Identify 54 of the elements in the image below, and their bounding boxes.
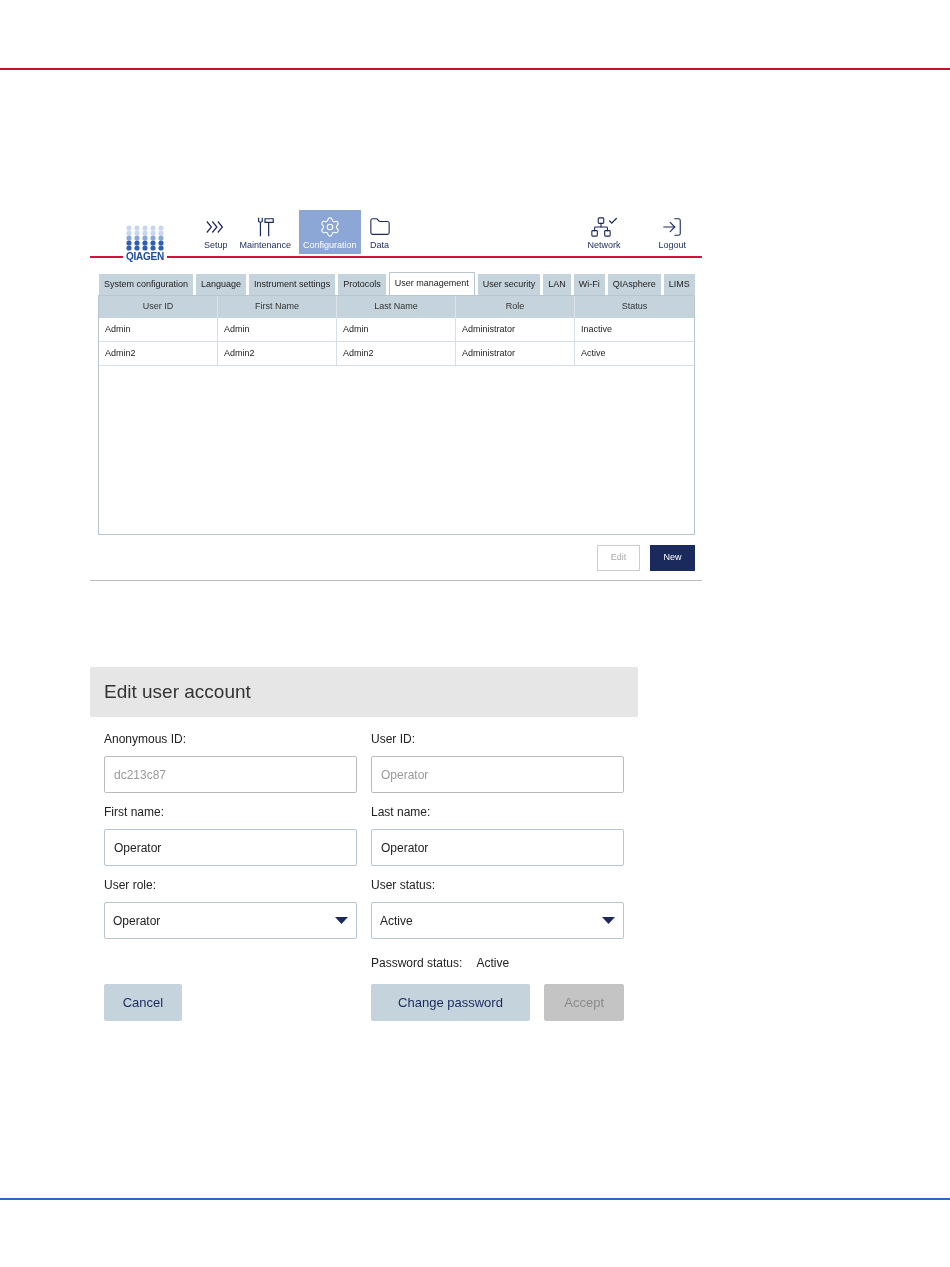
nav-button[interactable]: Network — [583, 210, 625, 254]
table-cell: Admin — [337, 318, 456, 341]
change-password-button[interactable]: Change password — [370, 984, 531, 1021]
text-field[interactable]: Operator — [104, 829, 357, 866]
table-cell: Administrator — [456, 318, 575, 341]
settings-tab[interactable]: Language — [196, 274, 247, 295]
table-cell: Admin2 — [99, 342, 218, 365]
network-icon — [589, 215, 618, 238]
settings-tab[interactable]: Instrument settings — [249, 274, 336, 295]
field-label: User status: — [371, 877, 437, 894]
table-cell: Admin — [99, 318, 218, 341]
settings-tab[interactable]: System configuration — [99, 274, 194, 295]
logout-icon — [661, 215, 684, 238]
table-cell: Admin2 — [218, 342, 337, 365]
settings-tab[interactable]: User management — [388, 272, 475, 295]
settings-tab[interactable]: Wi-Fi — [573, 274, 605, 295]
folder-icon — [368, 215, 391, 238]
logo-dots-icon — [125, 225, 165, 251]
nav-button[interactable]: Data — [364, 210, 395, 254]
table-cell: Admin2 — [337, 342, 456, 365]
table-cell: Administrator — [456, 342, 575, 365]
field-label: User role: — [104, 877, 157, 894]
settings-tab[interactable]: LIMS — [663, 274, 695, 295]
settings-tab[interactable]: Protocols — [338, 274, 386, 295]
nav-button[interactable]: Maintenance — [235, 210, 296, 254]
settings-tab[interactable]: LAN — [543, 274, 571, 295]
column-header: First Name — [218, 296, 337, 318]
cancel-button[interactable]: Cancel — [104, 984, 182, 1021]
column-header: Status — [620, 300, 649, 314]
dropdown-field[interactable]: Operator — [104, 902, 357, 939]
table-cell-text: Active — [580, 346, 607, 360]
password-status-label: Password status: — [371, 955, 463, 972]
field-label: Anonymous ID: — [104, 731, 188, 748]
column-header: User ID — [99, 296, 218, 318]
dialog-title: Edit user account — [104, 679, 251, 704]
column-header: Role — [456, 296, 575, 318]
settings-icon — [318, 215, 341, 238]
field-label: Last name: — [371, 804, 432, 821]
field-label: First name: — [104, 804, 165, 821]
settings-tab[interactable]: User security — [477, 274, 541, 295]
table-cell-text: Inactive — [580, 322, 614, 336]
table-cell: Admin — [218, 318, 337, 341]
text-field[interactable]: Operator — [371, 829, 624, 866]
settings-tab[interactable]: QIAsphere — [607, 274, 661, 295]
dropdown-field[interactable]: Active — [371, 902, 624, 939]
column-header: Last Name — [337, 296, 456, 318]
dropdown-caret-icon — [335, 917, 348, 924]
nav-button[interactable]: Logout — [654, 210, 690, 254]
dropdown-caret-icon — [602, 917, 615, 924]
logo-text: QIAGEN — [123, 251, 167, 263]
new-button[interactable]: New — [650, 545, 695, 571]
nav-button[interactable]: Setup — [200, 210, 232, 254]
password-status-value: Active — [476, 955, 510, 972]
field-label: User ID: — [371, 731, 416, 748]
